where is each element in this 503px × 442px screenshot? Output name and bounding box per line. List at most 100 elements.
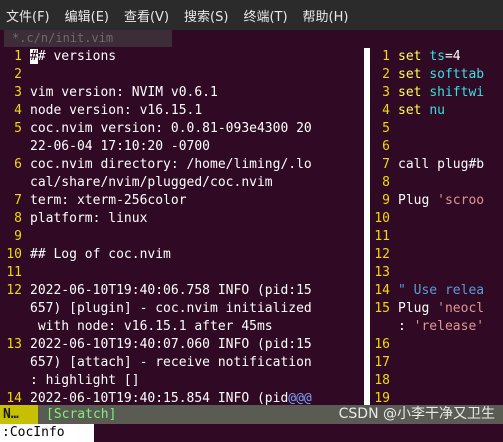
menu-item-3[interactable]: 搜索(S) [184,6,228,25]
code-text: 'release' [413,319,485,334]
code-text: @@@ [288,391,312,405]
code-text: with node: v16.15.1 after 45ms [30,319,273,334]
code-text: set [398,67,430,82]
code-text: : [398,319,414,334]
code-line: 6 [372,138,503,156]
line-number: 10 [374,211,390,226]
code-line: 3 set shiftwi [372,84,503,102]
code-line: 18 [372,372,503,390]
code-text: ## Log of coc.nvim [30,247,171,262]
line-number: 1 [14,49,22,64]
cursor: # [30,49,38,64]
code-line: 5 coc.nvim version: 0.0.81-093e4300 20 [0,120,362,138]
menu-item-0[interactable]: 文件(F) [6,6,50,25]
code-text: softtab [429,67,485,82]
code-line: 1 ## versions [0,48,362,66]
code-line: 2 set softtab [372,66,503,84]
code-text: nu [429,103,445,118]
code-text: 2022-06-10T19:40:07.060 INFO (pid:15 [30,337,312,352]
line-number: 5 [14,121,22,136]
line-number: 12 [374,247,390,262]
code-text: 657) [plugin] - coc.nvim initialized [30,301,312,316]
code-text: cal/share/nvim/plugged/coc.nvim [30,175,273,190]
vertical-split-divider[interactable] [362,48,372,405]
line-number: 7 [382,157,390,172]
code-text: term: xterm-256color [30,193,187,208]
code-text: set [398,103,430,118]
code-text: shiftwi [429,85,485,100]
line-number: 13 [6,337,22,352]
line-number: 5 [382,121,390,136]
code-text: 'scroo [437,193,485,208]
line-number: 16 [374,337,390,352]
code-text: 2022-06-10T19:40:15.854 INFO (pid [30,391,289,405]
code-line: 9 [0,228,362,246]
line-number: 4 [382,103,390,118]
code-text: 657) [attach] - receive notification [30,355,312,370]
command-line[interactable]: :CocInfo [0,424,503,442]
code-line: with node: v16.15.1 after 45ms [0,318,362,336]
command-text: :CocInfo [0,424,94,442]
code-line: 14 2022-06-10T19:40:15.854 INFO (pid@@@ [0,390,362,405]
code-line: 1 set ts=4 [372,48,503,66]
line-number: 6 [382,139,390,154]
menu-bar: 文件(F) 编辑(E) 查看(V) 搜索(S) 终端(T) 帮助(H) [0,0,503,30]
code-line: 12 [372,246,503,264]
line-number: 1 [382,49,390,64]
code-text: coc.nvim directory: /home/liming/.lo [30,157,312,172]
line-number: 18 [374,373,390,388]
line-number: 9 [14,229,22,244]
line-number: 4 [14,103,22,118]
status-line: N… [Scratch] CSDN @小李干净又卫生 [0,405,503,424]
tab-init-vim[interactable]: *.c/n/init.vim [4,30,172,47]
code-text: 'neocl [437,301,485,316]
code-text: ts [429,49,445,64]
editor-pane-right[interactable]: 1 set ts=4 2 set softtab 3 set shiftwi 4 set nu… [372,48,503,405]
editor-pane-left[interactable]: 1 ## versions 2 3 vim version: NVIM v0.6.1 4 n… [0,48,362,405]
code-line: 13 2022-06-10T19:40:07.060 INFO (pid:15 [0,336,362,354]
code-line: 17 [372,354,503,372]
code-line: cal/share/nvim/plugged/coc.nvim [0,174,362,192]
code-line: 22-06-04 17:10:20 -0700 [0,138,362,156]
code-text: : highlight [] [30,373,140,388]
code-text: coc.nvim version: 0.0.81-093e4300 20 [30,121,312,136]
line-number: 17 [374,355,390,370]
buffer-name: [Scratch] [46,407,117,422]
menu-item-2[interactable]: 查看(V) [124,6,169,25]
tab-line: *.c/n/init.vim [0,30,503,48]
menu-item-1[interactable]: 编辑(E) [65,6,109,25]
code-line: 16 [372,336,503,354]
code-line: 2 [0,66,362,84]
code-line: 14 " Use relea [372,282,503,300]
menu-item-4[interactable]: 终端(T) [243,6,287,25]
code-line: 11 [0,264,362,282]
code-line: 3 vim version: NVIM v0.6.1 [0,84,362,102]
line-number: 13 [374,265,390,280]
line-number: 12 [6,283,22,298]
code-line: 15 Plug 'neocl [372,300,503,318]
code-text: 22-06-04 17:10:20 -0700 [30,139,211,154]
line-number: 10 [6,247,22,262]
code-text: set [398,85,430,100]
line-number: 7 [14,193,22,208]
code-text: set [398,49,430,64]
line-number: 11 [374,229,390,244]
code-line: 11 [372,228,503,246]
code-text: Plug [398,301,438,316]
code-text: platform: linux [30,211,148,226]
code-line: 8 [372,174,503,192]
code-text: vim version: NVIM v0.6.1 [30,85,218,100]
menu-item-5[interactable]: 帮助(H) [303,6,349,25]
code-text: Plug [398,193,438,208]
line-number: 8 [382,175,390,190]
line-number: 19 [374,391,390,405]
code-line: 6 coc.nvim directory: /home/liming/.lo [0,156,362,174]
line-number: 3 [382,85,390,100]
code-text: " Use relea [398,283,485,298]
code-line: 4 node version: v16.15.1 [0,102,362,120]
line-number: 14 [374,283,390,298]
code-line: 10 [372,210,503,228]
code-line: 9 Plug 'scroo [372,192,503,210]
code-text: =4 [444,49,461,64]
line-number: 14 [6,391,22,405]
